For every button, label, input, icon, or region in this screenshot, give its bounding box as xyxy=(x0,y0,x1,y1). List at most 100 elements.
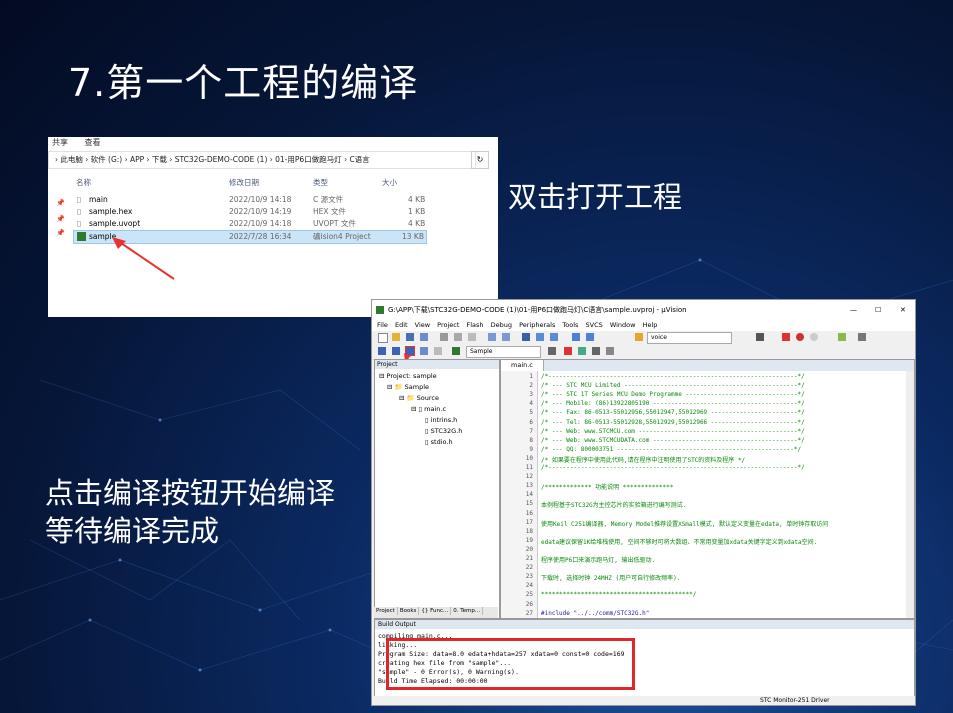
project-panel: Project ⊟ Project: sample ⊟ 📁 Sample ⊟ 📁… xyxy=(374,359,500,619)
diamond-icon[interactable] xyxy=(592,347,600,355)
code-line: /*--------------------------------------… xyxy=(541,373,805,380)
forward-icon[interactable] xyxy=(550,333,558,341)
breakpoint-disable-icon[interactable] xyxy=(810,333,818,341)
line-number: 22 xyxy=(525,564,533,572)
line-number: 15 xyxy=(525,500,533,508)
minimize-icon[interactable]: — xyxy=(850,300,857,320)
file-row[interactable]: ▯ sample.uvopt 2022/10/9 14:18 UVOPT 文件 … xyxy=(48,218,498,230)
save-all-icon[interactable] xyxy=(420,333,428,341)
code-line: /* --- Mobile: (86)13922805190 ---------… xyxy=(541,400,805,408)
close-icon[interactable]: ✕ xyxy=(900,300,906,320)
indent-icon[interactable] xyxy=(572,333,580,341)
cut-icon[interactable] xyxy=(440,333,448,341)
search-icon[interactable] xyxy=(756,333,764,341)
menu-view[interactable]: View xyxy=(415,321,430,329)
menu-flash[interactable]: Flash xyxy=(466,321,483,329)
menu-project[interactable]: Project xyxy=(437,321,459,329)
save-icon[interactable] xyxy=(406,333,414,341)
maximize-icon[interactable]: ☐ xyxy=(875,300,881,320)
file-date: 2022/10/9 14:18 xyxy=(229,195,292,204)
line-number: 25 xyxy=(525,591,533,599)
address-bar[interactable]: › 此电脑 › 软件 (G:) › APP › 下载 › STC32G-DEMO… xyxy=(48,151,476,169)
line-number: 14 xyxy=(525,491,533,499)
col-size[interactable]: 大小 xyxy=(382,177,397,188)
stop-build-icon[interactable] xyxy=(434,347,442,355)
slide-title: 7.第一个工程的编译 xyxy=(68,61,419,105)
col-name[interactable]: 名称 xyxy=(76,177,91,188)
tab-books[interactable]: Books xyxy=(398,607,420,615)
unindent-icon[interactable] xyxy=(586,333,594,341)
manage-components-icon[interactable] xyxy=(564,347,572,355)
line-number: 9 xyxy=(529,445,533,453)
tree-target[interactable]: ⊟ 📁 Sample xyxy=(387,383,429,391)
menu-peripherals[interactable]: Peripherals xyxy=(519,321,555,329)
debug-start-icon[interactable] xyxy=(782,333,790,341)
download-icon[interactable] xyxy=(452,347,460,355)
label-open-project: 双击打开工程 xyxy=(508,180,683,214)
tree-item-label: Project: sample xyxy=(386,372,437,380)
menu-window[interactable]: Window xyxy=(610,321,636,329)
window-config-icon[interactable] xyxy=(838,333,846,341)
new-file-icon[interactable] xyxy=(378,333,388,343)
menu-view[interactable]: 查看 xyxy=(85,138,101,147)
file-size: 4 KB xyxy=(408,219,426,228)
tree-item-label: Source xyxy=(416,394,439,402)
pack-installer-icon[interactable] xyxy=(606,347,614,355)
tab-functions[interactable]: {} Func... xyxy=(419,607,452,615)
tree-file-header[interactable]: ▯ STC32G.h xyxy=(425,427,462,435)
build-icon[interactable] xyxy=(392,347,400,355)
panel-tabs: Project Books{} Func... 0. Temp... xyxy=(374,607,498,618)
copy-icon[interactable] xyxy=(454,333,462,341)
code-line: /* 如果要在程序中使用此代码,请在程序中注明使用了STC的资料及程序 */ xyxy=(541,456,746,464)
breakpoint-icon[interactable] xyxy=(796,333,804,341)
line-number: 11 xyxy=(525,464,533,471)
vertical-scrollbar[interactable] xyxy=(906,371,914,618)
line-number: 4 xyxy=(529,400,533,408)
refresh-icon[interactable]: ↻ xyxy=(471,151,489,169)
code-line: /* --- STC 1T Series MCU Demo Programme … xyxy=(541,391,805,399)
redo-icon[interactable] xyxy=(502,333,510,341)
menu-edit[interactable]: Edit xyxy=(395,321,408,329)
tree-group-source[interactable]: ⊟ 📁 Source xyxy=(399,394,439,402)
tree-project-root[interactable]: ⊟ Project: sample xyxy=(379,372,437,380)
col-date[interactable]: 修改日期 xyxy=(229,177,259,188)
find-combo[interactable]: voice xyxy=(647,332,732,344)
file-size: 13 KB xyxy=(402,232,424,241)
paste-icon[interactable] xyxy=(468,333,476,341)
file-type: UVOPT 文件 xyxy=(313,219,356,228)
line-number: 18 xyxy=(525,527,533,535)
tab-templates[interactable]: 0. Temp... xyxy=(451,607,484,615)
tree-file-main[interactable]: ⊟ ▯ main.c xyxy=(411,405,446,413)
tree-file-header[interactable]: ▯ intrins.h xyxy=(425,416,457,424)
file-row[interactable]: ▯ main 2022/10/9 14:18 C 源文件 4 KB xyxy=(48,194,498,206)
tab-main-c[interactable]: main.c xyxy=(501,360,544,371)
line-number-gutter: 1 2 3 4 5 6 7 8 9 10 11 12 13 14 15 16 17 18 19 20 21 22 23 24 2… xyxy=(501,371,538,618)
settings-icon[interactable] xyxy=(858,333,866,341)
find-icon[interactable] xyxy=(635,333,643,341)
target-options-icon[interactable] xyxy=(548,347,556,355)
editor-tabs: main.c xyxy=(501,360,914,371)
translate-icon[interactable] xyxy=(378,347,386,355)
open-icon[interactable] xyxy=(392,333,400,341)
line-number: 5 xyxy=(529,409,533,417)
manage-books-icon[interactable] xyxy=(578,347,586,355)
menu-help[interactable]: Help xyxy=(643,321,658,329)
menu-debug[interactable]: Debug xyxy=(491,321,512,329)
menu-file[interactable]: File xyxy=(377,321,388,329)
tree-file-header[interactable]: ▯ stdio.h xyxy=(425,438,453,446)
file-name: sample.uvopt xyxy=(89,219,141,228)
target-select[interactable]: Sample xyxy=(466,346,541,358)
tree-item-label: STC32G.h xyxy=(430,427,463,435)
menu-share[interactable]: 共享 xyxy=(52,138,68,147)
file-size: 1 KB xyxy=(408,207,426,216)
file-row[interactable]: ▯ sample.hex 2022/10/9 14:19 HEX 文件 1 KB xyxy=(48,206,498,218)
col-type[interactable]: 类型 xyxy=(313,177,328,188)
menu-tools[interactable]: Tools xyxy=(562,321,578,329)
bookmark-icon[interactable] xyxy=(522,333,530,341)
hex-file-icon: ▯ xyxy=(77,207,82,216)
undo-icon[interactable] xyxy=(488,333,496,341)
build-output-title: Build Output xyxy=(375,620,914,629)
back-icon[interactable] xyxy=(536,333,544,341)
menu-svcs[interactable]: SVCS xyxy=(586,321,603,329)
tab-project[interactable]: Project xyxy=(374,607,398,615)
